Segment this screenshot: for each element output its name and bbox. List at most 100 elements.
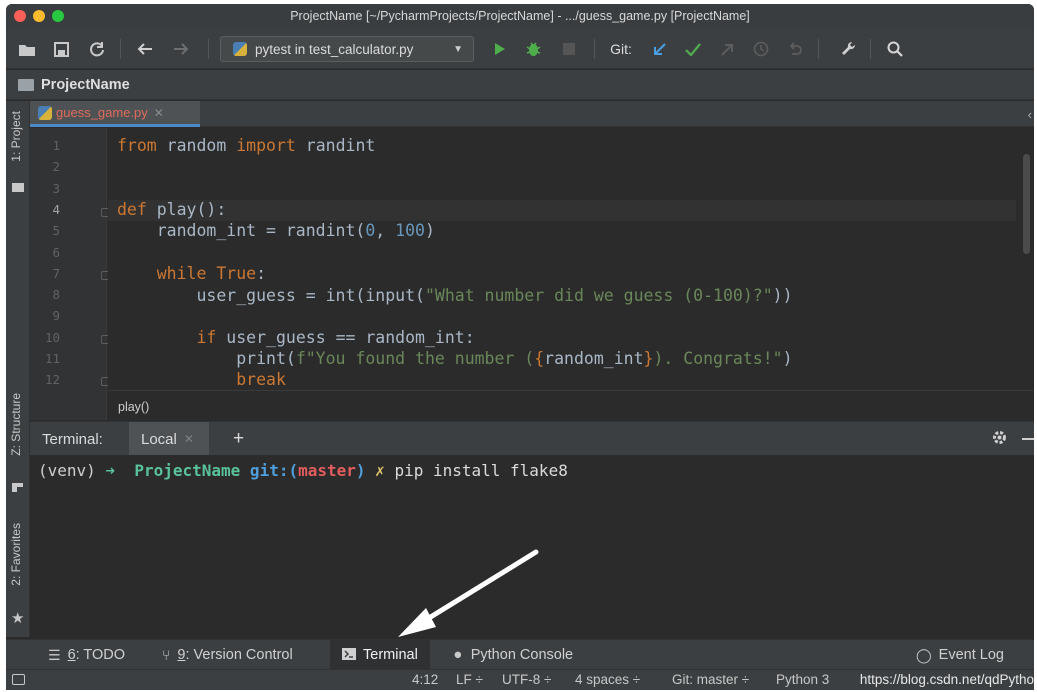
back-arrow-icon[interactable]	[134, 37, 156, 61]
tool-window-bar: ☰ 6: TODO ⑂ 9: Version Control Terminal ⚫ P…	[6, 639, 1034, 670]
editor-scrollbar[interactable]	[1016, 128, 1034, 420]
star-icon: ★	[11, 610, 25, 627]
wrench-icon[interactable]	[838, 37, 860, 61]
project-tool-label: 1: Project	[9, 111, 23, 162]
open-folder-icon[interactable]	[16, 37, 38, 61]
version-control-tool-button[interactable]: ⑂ 9: Version Control	[162, 640, 293, 670]
line-number: 12	[44, 372, 60, 388]
terminal-icon	[342, 647, 356, 663]
code-line-8: user_guess = int(input("What number did …	[117, 286, 793, 305]
todo-tool-button[interactable]: ☰ 6: TODO	[48, 640, 125, 670]
left-tool-strip: 1: Project Z: Structure 2: Favorites ★	[6, 101, 30, 637]
sync-icon[interactable]	[86, 37, 108, 61]
new-terminal-button[interactable]: +	[233, 428, 244, 450]
rollback-icon[interactable]	[784, 37, 806, 61]
folder-icon	[18, 78, 34, 91]
debug-icon[interactable]	[522, 37, 544, 61]
chevron-down-icon: ▼	[453, 44, 463, 55]
terminal-output[interactable]: (venv) ➜ ProjectName git:(master) ✗ pip …	[30, 455, 1034, 639]
terminal-tab-label: Local	[141, 430, 177, 448]
scrollbar-thumb[interactable]	[1023, 154, 1030, 254]
search-icon[interactable]	[884, 37, 906, 61]
main-toolbar: pytest in test_calculator.py ▼ Git:	[6, 29, 1034, 69]
structure-icon	[12, 483, 23, 492]
code-line-5: random_int = randint(0, 100)	[117, 221, 435, 240]
code-line-10: if user_guess == random_int:	[196, 328, 475, 347]
python-config-icon	[233, 42, 247, 56]
file-encoding[interactable]: UTF-8 ÷	[502, 672, 551, 687]
code-line-7: while True:	[156, 264, 267, 283]
chevron-left-icon[interactable]: ‹	[1028, 107, 1032, 122]
caret-position[interactable]: 4:12	[412, 672, 438, 687]
list-icon: ☰	[48, 646, 61, 663]
line-number: 7	[52, 265, 60, 281]
line-number: 8	[52, 287, 60, 303]
gear-icon[interactable]	[991, 429, 1008, 449]
project-name[interactable]: ProjectName	[41, 77, 130, 93]
toolbar-separator	[208, 39, 209, 59]
indent-setting[interactable]: 4 spaces ÷	[575, 672, 640, 687]
favorites-tool-button[interactable]: 2: Favorites	[9, 523, 23, 586]
line-number: 10	[44, 329, 60, 345]
forward-arrow-icon[interactable]	[170, 37, 192, 61]
line-number: 9	[52, 308, 60, 324]
git-push-icon[interactable]	[716, 37, 738, 61]
hide-panel-icon[interactable]	[1022, 438, 1034, 440]
title-bar: ProjectName [~/PycharmProjects/ProjectNa…	[6, 4, 1034, 29]
line-number: 11	[44, 351, 60, 366]
editor-tab-bar: guess_game.py ✕ ‹	[30, 101, 1034, 127]
toggle-tool-windows-icon[interactable]	[12, 674, 25, 685]
line-number: 5	[52, 223, 60, 239]
structure-tool-label: Z: Structure	[9, 393, 23, 456]
terminal-tool-button[interactable]: Terminal	[330, 640, 430, 670]
breadcrumb-item[interactable]: play()	[118, 400, 149, 414]
close-tab-icon[interactable]: ✕	[184, 432, 194, 446]
editor-tab-guess-game[interactable]: guess_game.py ✕	[30, 101, 200, 127]
save-icon[interactable]	[50, 37, 72, 61]
terminal-title: Terminal:	[42, 431, 103, 448]
structure-tool-button[interactable]: Z: Structure	[9, 393, 23, 456]
editor-tab-label: guess_game.py	[56, 105, 148, 120]
run-configuration-label: pytest in test_calculator.py	[255, 41, 414, 57]
python-interpreter[interactable]: Python 3	[776, 672, 829, 687]
close-tab-icon[interactable]: ✕	[154, 106, 164, 120]
editor-gutter: 1 2 3 4 5 6 7 8 9 10 11 12	[30, 128, 110, 420]
git-update-icon[interactable]	[648, 37, 670, 61]
line-number: 3	[52, 180, 60, 196]
navigation-bar: ProjectName	[6, 70, 1034, 100]
run-icon[interactable]	[489, 37, 511, 61]
terminal-tab-local[interactable]: Local ✕	[129, 422, 209, 456]
code-line-4: def play():	[117, 200, 227, 219]
window-title: ProjectName [~/PycharmProjects/ProjectNa…	[290, 9, 750, 23]
status-bar: 4:12 LF ÷ UTF-8 ÷ 4 spaces ÷ Git: master…	[6, 669, 1034, 690]
line-number: 6	[52, 244, 60, 260]
branch-icon: ⑂	[162, 647, 171, 663]
favorites-tool-label: 2: Favorites	[9, 523, 23, 586]
watermark-url: https://blog.csdn.net/qdPytho	[859, 672, 1034, 687]
stop-icon[interactable]	[558, 37, 580, 61]
git-commit-icon[interactable]	[682, 37, 704, 61]
toolbar-separator	[870, 39, 871, 59]
history-icon[interactable]	[750, 37, 772, 61]
terminal-header: Terminal: Local ✕ +	[30, 421, 1034, 456]
python-icon: ⚫	[452, 646, 464, 663]
folder-icon	[12, 183, 24, 192]
terminal-prompt-line: (venv) ➜ ProjectName git:(master) ✗ pip …	[38, 461, 568, 480]
line-number: 4	[52, 201, 60, 217]
ide-window: ProjectName [~/PycharmProjects/ProjectNa…	[6, 4, 1034, 690]
project-tool-button[interactable]: 1: Project	[9, 111, 23, 162]
event-log-tool-button[interactable]: ◯ Event Log	[916, 640, 1004, 670]
event-log-icon: ◯	[916, 646, 932, 663]
toolbar-separator	[120, 39, 121, 59]
breadcrumb: play()	[108, 390, 1034, 420]
run-configuration-dropdown[interactable]: pytest in test_calculator.py ▼	[220, 36, 474, 62]
code-editor[interactable]: from random import randint def play(): r…	[108, 128, 1016, 390]
toolbar-separator	[818, 39, 819, 59]
line-separator[interactable]: LF ÷	[456, 672, 483, 687]
code-line-12: break	[236, 370, 286, 389]
line-number: 1	[52, 138, 60, 153]
git-branch[interactable]: Git: master ÷	[672, 672, 749, 687]
python-file-icon	[38, 105, 52, 120]
toolbar-separator	[594, 39, 595, 59]
python-console-tool-button[interactable]: ⚫ Python Console	[452, 640, 573, 670]
